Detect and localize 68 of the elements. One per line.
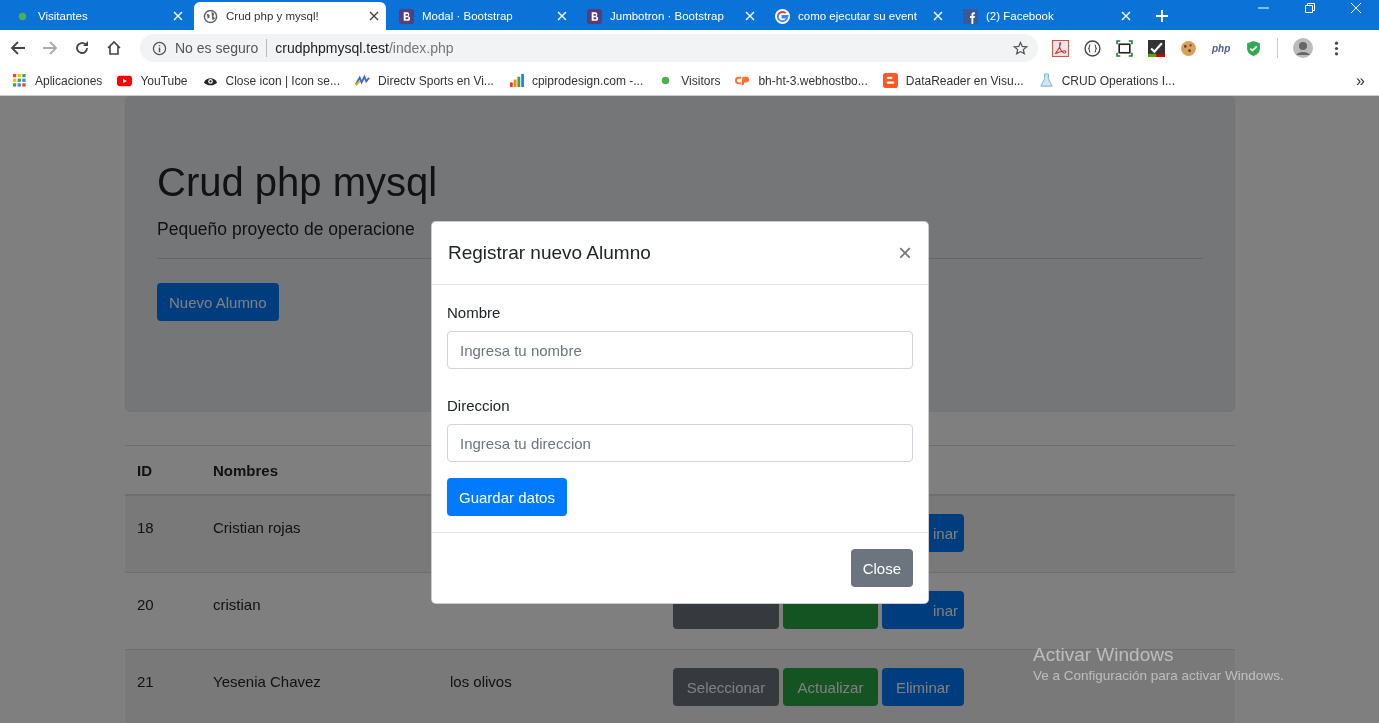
field-label: Nombre xyxy=(447,304,501,321)
tab-title: Modal · Bootstrap xyxy=(422,10,514,22)
home-icon[interactable] xyxy=(106,40,122,56)
new-tab-icon[interactable] xyxy=(1156,10,1168,22)
bookmark-link[interactable]: Directv Sports en Vi... xyxy=(378,73,494,88)
blogger-icon xyxy=(882,73,898,88)
tab-title: Jumbotron · Bootstrap xyxy=(610,10,725,22)
restore-icon[interactable] xyxy=(1304,2,1316,14)
avatar-icon[interactable] xyxy=(1293,38,1314,58)
lead-text: Pequeño proyecto de operacione xyxy=(157,219,416,240)
wave-logo-icon xyxy=(355,73,371,88)
browser-tab[interactable]: Jumbotron · Bootstrap xyxy=(578,2,762,30)
input-field[interactable]: Ingresa tu direccion xyxy=(447,424,913,462)
save-button[interactable]: Guardar datos xyxy=(447,478,567,516)
activation-text: Ve a Configuración para activar Windows. xyxy=(1033,668,1284,683)
bookmark-link[interactable]: cpiprodesign.com -... xyxy=(531,73,644,88)
braces-icon[interactable] xyxy=(1084,39,1101,57)
info-icon xyxy=(152,40,167,56)
bookmark-link[interactable]: YouTube xyxy=(140,73,188,88)
bootstrap-b-icon xyxy=(399,8,414,24)
cookie-icon[interactable] xyxy=(1180,39,1197,57)
name-cell: Yesenia Chavez xyxy=(201,649,438,723)
back-arrow-icon[interactable] xyxy=(10,40,26,56)
close-icon[interactable] xyxy=(369,11,379,21)
browser-tab[interactable]: Modal · Bootstrap xyxy=(390,2,574,30)
flask-icon xyxy=(1038,73,1054,88)
url-text: crudphpmysql.test/index.php xyxy=(275,40,454,56)
star-icon[interactable] xyxy=(1013,40,1028,56)
bookmark-link[interactable]: CRUD Operations I... xyxy=(1061,73,1176,88)
security-label: No es seguro xyxy=(175,40,259,56)
input-field[interactable]: Ingresa tu nombre xyxy=(447,331,913,369)
bar-chart-icon xyxy=(508,73,524,88)
php-extension-button[interactable]: php xyxy=(1212,42,1231,54)
browser-tab[interactable]: como ejecutar su event xyxy=(766,2,950,30)
close-button[interactable]: Close xyxy=(850,549,913,587)
tab-title: Visitantes xyxy=(38,10,89,22)
shield-icon[interactable] xyxy=(1245,39,1263,57)
page-heading: Crud php mysql xyxy=(157,160,439,205)
bookmark-link[interactable]: DataReader en Visu... xyxy=(905,73,1024,88)
reload-icon[interactable] xyxy=(74,40,90,56)
pdf-icon[interactable] xyxy=(1052,39,1069,57)
bookmark-link[interactable]: bh-ht-3.webhostbo... xyxy=(758,73,868,88)
bootstrap-b-icon xyxy=(587,8,602,24)
close-button[interactable]: × xyxy=(898,241,912,265)
google-g-icon xyxy=(775,8,790,24)
checkmark-icon[interactable] xyxy=(1148,39,1165,57)
screen-capture-icon[interactable] xyxy=(1116,39,1133,57)
play-icon xyxy=(117,73,133,88)
tab-title: (2) Facebook xyxy=(986,10,1055,22)
browser-tab[interactable]: Crud php y mysql! xyxy=(194,2,386,30)
tab-title: Crud php y mysql! xyxy=(226,10,320,22)
facebook-f-icon xyxy=(963,8,978,24)
bookmark-link[interactable]: Visitors xyxy=(681,73,721,88)
activation-title: Activar Windows xyxy=(1033,644,1175,666)
bookmark-link[interactable]: Close icon | Icon se... xyxy=(225,73,341,88)
field-label: Direccion xyxy=(447,397,510,414)
more-bookmarks-button[interactable]: » xyxy=(1356,71,1365,90)
address-bar[interactable]: No es seguro crudphpmysql.test/index.php xyxy=(140,34,1038,62)
id-cell: 18 xyxy=(125,495,201,573)
id-cell: 21 xyxy=(125,649,201,723)
globe-icon xyxy=(203,8,218,24)
apps-grid-icon xyxy=(12,73,27,88)
bookmark-link[interactable]: Aplicaciones xyxy=(35,73,103,88)
modal-title: Registrar nuevo Alumno xyxy=(448,242,651,264)
browser-tab[interactable]: Visitantes xyxy=(6,2,190,30)
tab-title: como ejecutar su event xyxy=(798,10,918,22)
browser-tab[interactable]: (2) Facebook xyxy=(954,2,1138,30)
address-cell: los olivos xyxy=(450,672,512,690)
